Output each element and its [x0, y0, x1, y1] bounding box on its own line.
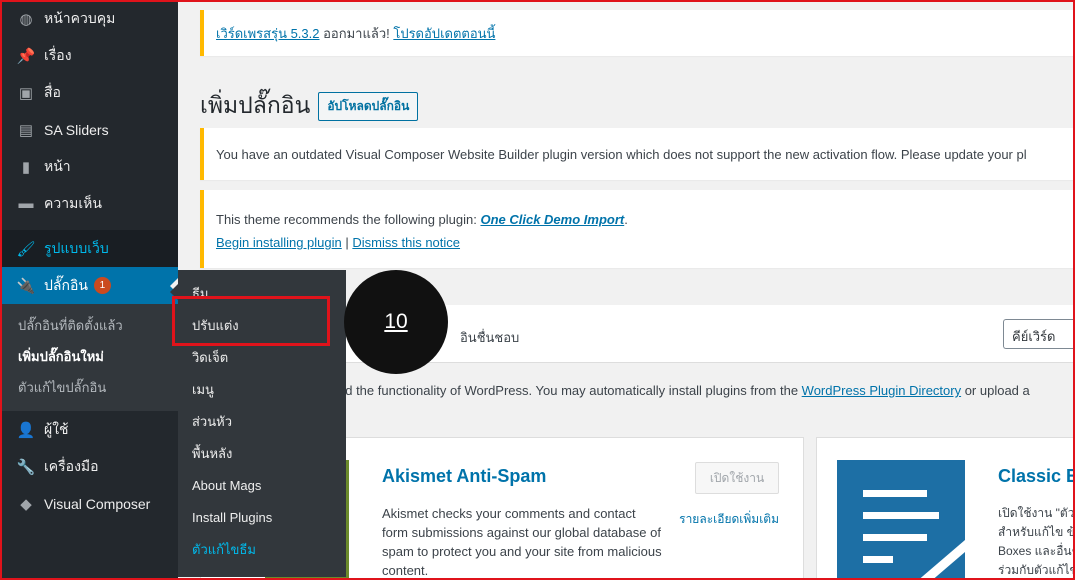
admin-sidebar: ◍ หน้าควบคุม 📌 เรื่อง ▣ สื่อ ▤ SA Slider… [0, 0, 178, 580]
update-now-link[interactable]: โปรดอัปเดตตอนนี้ [393, 23, 495, 44]
plugin-card-title[interactable]: Akismet Anti-Spam [382, 466, 546, 487]
sidebar-item-appearance[interactable]: 🖌 รูปแบบเว็บ [0, 230, 178, 267]
sidebar-item-sa-sliders[interactable]: ▤ SA Sliders [0, 111, 178, 148]
sidebar-item-label: ปลั๊กอิน [44, 276, 88, 293]
wordpress-version-link[interactable]: เวิร์ดเพรสรุ่น 5.3.2 [216, 23, 320, 44]
flyout-item-about-mags[interactable]: About Mags [178, 470, 346, 502]
search-type-select[interactable]: คีย์เวิร์ด [1003, 319, 1075, 349]
sidebar-item-visual-composer[interactable]: ◆ Visual Composer [0, 485, 178, 522]
sidebar-item-comments[interactable]: ▬ ความเห็น [0, 185, 178, 222]
update-count-badge: 1 [93, 277, 111, 294]
upload-plugin-button[interactable]: อัปโหลดปลั๊กอิน [318, 91, 419, 121]
description-text: nd the functionality of WordPress. You m… [338, 383, 802, 398]
notice-separator: | [341, 235, 353, 250]
step-number-callout: 10 [344, 270, 448, 374]
sidebar-item-label: สื่อ [44, 83, 61, 100]
plugin-install-description: nd the functionality of WordPress. You m… [338, 383, 1030, 398]
sidebar-item-label: หน้าควบคุม [44, 9, 116, 26]
sidebar-item-users[interactable]: 👤 ผู้ใช้ [0, 411, 178, 448]
wrench-icon: 🔧 [16, 458, 36, 476]
activate-button[interactable]: เปิดใช้งาน [695, 462, 779, 494]
sidebar-item-dashboard[interactable]: ◍ หน้าควบคุม [0, 0, 178, 37]
plugin-card-description: เปิดใช้งาน "ตัว สำหรับแก้ไข ข้ Boxes และ… [998, 506, 1075, 577]
sidebar-separator [0, 222, 178, 230]
plugin-icon: 🔌 [16, 277, 36, 295]
sidebar-item-label: Visual Composer [44, 495, 151, 512]
media-icon: ▣ [18, 84, 34, 102]
plugin-card-description: Akismet checks your comments and contact… [382, 506, 662, 578]
theme-recommend-notice: This theme recommends the following plug… [200, 190, 1075, 268]
user-icon: 👤 [16, 421, 36, 439]
flyout-item-theme-editor[interactable]: ตัวแก้ไขธีม [178, 534, 346, 566]
classic-editor-thumbnail [837, 460, 965, 580]
update-notice-text: ออกมาแล้ว! [319, 25, 394, 41]
flyout-item-widgets[interactable]: วิดเจ็ต [178, 342, 346, 374]
dismiss-notice-link[interactable]: Dismiss this notice [352, 235, 460, 250]
customize-highlight-box [172, 296, 330, 346]
more-details-link[interactable]: รายละเอียดเพิ่มเติม [679, 510, 779, 528]
sidebar-item-label: ผู้ใช้ [44, 420, 69, 437]
update-notice: เวิร์ดเพรสรุ่น 5.3.2 ออกมาแล้ว! โปรดอัปเ… [200, 10, 1075, 56]
vc-notice-text: You have an outdated Visual Composer Web… [216, 146, 1027, 162]
tab-favorites[interactable]: อินชื่นชอบ [460, 327, 519, 348]
comment-icon: ▬ [18, 195, 34, 212]
submenu-add-new-plugin[interactable]: เพิ่มปลั๊กอินใหม่ [0, 341, 178, 372]
sidebar-item-label: รูปแบบเว็บ [44, 239, 109, 256]
sidebar-item-label: หน้า [44, 157, 71, 174]
plugin-card-title[interactable]: Classic Ed [998, 466, 1075, 487]
classic-editor-logo-icon [863, 490, 965, 580]
plugin-directory-link[interactable]: WordPress Plugin Directory [802, 383, 961, 398]
visual-composer-notice: You have an outdated Visual Composer Web… [200, 128, 1075, 180]
plugins-submenu: ปลั๊กอินที่ติดตั้งแล้ว เพิ่มปลั๊กอินใหม่… [0, 304, 178, 411]
page-heading: เพิ่มปลั๊กอิน อัปโหลดปลั๊กอิน [200, 88, 419, 124]
sidebar-item-tools[interactable]: 🔧 เครื่องมือ [0, 448, 178, 485]
flyout-item-header[interactable]: ส่วนหัว [178, 406, 346, 438]
flyout-item-install-plugins[interactable]: Install Plugins [178, 502, 346, 534]
theme-notice-line: This theme recommends the following plug… [216, 212, 1063, 227]
sidebar-item-media[interactable]: ▣ สื่อ [0, 74, 178, 111]
page-icon: ▮ [21, 158, 31, 176]
brush-icon: 🖌 [16, 240, 36, 258]
theme-notice-text: This theme recommends the following plug… [216, 212, 481, 227]
theme-notice-actions: Begin installing plugin | Dismiss this n… [216, 235, 1063, 250]
sidebar-item-posts[interactable]: 📌 เรื่อง [0, 37, 178, 74]
slides-icon: ▤ [18, 121, 34, 139]
plugin-card-classic-editor: Classic Ed เปิดใช้งาน "ตัว สำหรับแก้ไข ข… [816, 437, 1075, 580]
sidebar-item-label: ความเห็น [44, 194, 102, 211]
sidebar-item-plugins[interactable]: 🔌 ปลั๊กอิน 1 [0, 267, 178, 304]
description-after: or upload a [961, 383, 1030, 398]
theme-notice-period: . [624, 212, 628, 227]
flyout-item-menus[interactable]: เมนู [178, 374, 346, 406]
page-title: เพิ่มปลั๊กอิน [200, 92, 311, 118]
begin-installing-link[interactable]: Begin installing plugin [216, 235, 342, 250]
sidebar-item-label: เครื่องมือ [44, 457, 99, 474]
pin-icon: 📌 [16, 47, 36, 65]
flyout-item-background[interactable]: พื้นหลัง [178, 438, 346, 470]
submenu-plugin-editor[interactable]: ตัวแก้ไขปลั๊กอิน [0, 372, 178, 403]
submenu-installed-plugins[interactable]: ปลั๊กอินที่ติดตั้งแล้ว [0, 310, 178, 341]
one-click-demo-link[interactable]: One Click Demo Import [480, 212, 624, 227]
sidebar-item-pages[interactable]: ▮ หน้า [0, 148, 178, 185]
vc-icon: ◆ [20, 495, 32, 513]
dashboard-icon: ◍ [19, 10, 33, 28]
sidebar-item-label: SA Sliders [44, 121, 109, 138]
sidebar-item-label: เรื่อง [44, 46, 72, 63]
